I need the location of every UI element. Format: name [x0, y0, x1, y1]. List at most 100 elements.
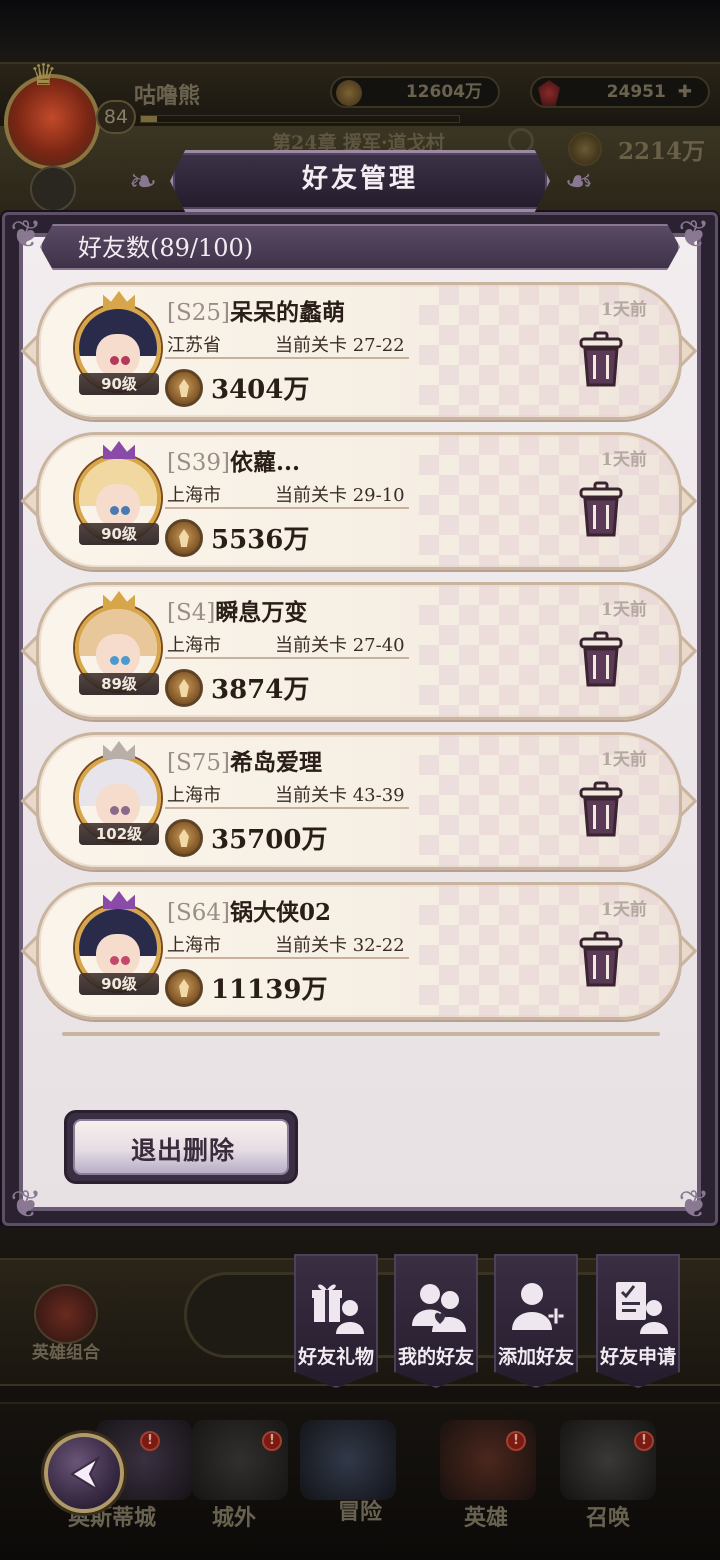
avatar-face [96, 633, 140, 678]
trash-icon [579, 331, 623, 387]
divider [165, 507, 409, 509]
trash-icon [579, 931, 623, 987]
exit-delete-face: 退出删除 [73, 1119, 289, 1175]
friend-server: [S25] [167, 300, 230, 326]
friend-power: 11139万 [211, 975, 328, 1005]
friend-name-line: [S39]依蘿... [167, 443, 300, 477]
player-name: 咕噜熊 [134, 83, 201, 109]
friend-name: 依蘿... [229, 449, 301, 476]
friend-city: 江苏省 [167, 335, 221, 356]
friend-card[interactable]: 90级 [S25]呆呆的蠡萌 江苏省 当前关卡 27-22 3404万 1天前 [20, 282, 698, 422]
friend-avatar[interactable]: 90级 [75, 441, 163, 545]
friend-card-body: 89级 [S4]瞬息万变 上海市 当前关卡 27-40 3874万 1天前 [36, 582, 682, 720]
friend-card[interactable]: 102级 [S75]希岛爱理 上海市 当前关卡 43-39 35700万 1天前 [20, 732, 698, 872]
friend-server: [S75] [167, 750, 230, 776]
avatar-eye [120, 805, 130, 815]
friend-server: [S39] [167, 450, 230, 476]
nav-hero[interactable]: 英雄 [464, 1500, 508, 1532]
friend-card-body: 102级 [S75]希岛爱理 上海市 当前关卡 43-39 35700万 1天前 [36, 732, 682, 870]
friend-name-line: [S25]呆呆的蠡萌 [167, 293, 345, 327]
avatar-face [96, 783, 140, 828]
friend-avatar[interactable]: 90级 [75, 891, 163, 995]
corner-ornament-icon: ❦ [678, 1182, 710, 1226]
exit-delete-label: 退出删除 [130, 1136, 235, 1165]
tab-friend-gift-label: 好友礼物 [297, 1346, 374, 1368]
friend-power: 35700万 [211, 825, 328, 855]
divider [165, 957, 409, 959]
avatar-eye [120, 355, 130, 365]
avatar-crown-icon [103, 591, 135, 609]
friend-card[interactable]: 90级 [S39]依蘿... 上海市 当前关卡 29-10 5536万 1天前 [20, 432, 698, 572]
my-friends-icon [412, 1284, 466, 1332]
delete-friend-button[interactable] [579, 931, 623, 987]
delete-friend-button[interactable] [579, 481, 623, 537]
dialog-title: 好友管理 [301, 164, 418, 194]
divider [165, 657, 409, 659]
crown-icon: ♛ [30, 58, 57, 93]
gold-value: 12604万 [405, 82, 482, 102]
friend-avatar[interactable]: 90级 [75, 291, 163, 395]
plus-icon: ✚ [677, 82, 692, 102]
avatar-face [96, 483, 140, 528]
player-power: 2214万 [618, 138, 706, 165]
delete-friend-button[interactable] [579, 781, 623, 837]
friend-avatar[interactable]: 89级 [75, 591, 163, 695]
avatar-eye [110, 805, 120, 815]
avatar-eye [120, 505, 130, 515]
nav-summon[interactable]: 召唤 [586, 1500, 630, 1532]
gold-coin-icon [336, 80, 362, 106]
power-icon [165, 669, 203, 707]
friend-level: 89级 [79, 673, 159, 695]
trash-icon [579, 481, 623, 537]
tab-friend-request-label: 好友申请 [599, 1346, 676, 1368]
avatar-eye [120, 655, 130, 665]
friend-level: 90级 [79, 373, 159, 395]
avatar-eye [110, 655, 120, 665]
friend-power: 3874万 [211, 675, 310, 705]
back-button[interactable] [44, 1433, 124, 1513]
friend-city: 上海市 [167, 485, 221, 506]
nav-badge-city: ! [140, 1431, 160, 1451]
exp-bar [140, 115, 460, 123]
delete-friend-button[interactable] [579, 331, 623, 387]
avatar-eye [110, 955, 120, 965]
friend-stage: 当前关卡 27-22 [275, 335, 405, 356]
friend-card-body: 90级 [S64]锅大侠02 上海市 当前关卡 32-22 11139万 1天前 [36, 882, 682, 1020]
friend-card[interactable]: 90级 [S64]锅大侠02 上海市 当前关卡 32-22 11139万 1天前 [20, 882, 698, 1022]
avatar-eye [110, 505, 120, 515]
friend-level: 102级 [79, 823, 159, 845]
power-icon [165, 369, 203, 407]
friend-server: [S4] [167, 600, 216, 626]
avatar-crown-icon [103, 741, 135, 759]
friend-card[interactable]: 89级 [S4]瞬息万变 上海市 当前关卡 27-40 3874万 1天前 [20, 582, 698, 722]
friend-avatar[interactable]: 102级 [75, 741, 163, 845]
nav-badge-summon: ! [634, 1431, 654, 1451]
nav-art-adventure-icon [300, 1420, 396, 1500]
friend-city: 上海市 [167, 935, 221, 956]
friend-stage: 当前关卡 27-40 [275, 635, 405, 656]
friend-name-line: [S64]锅大侠02 [167, 893, 331, 927]
power-icon [165, 519, 203, 557]
gem-icon [538, 80, 560, 106]
friend-power: 3404万 [211, 375, 310, 405]
hero-combo-label: 英雄组合 [32, 1343, 100, 1363]
friend-name: 呆呆的蠡萌 [229, 299, 345, 326]
divider [165, 807, 409, 809]
friend-card-body: 90级 [S39]依蘿... 上海市 当前关卡 29-10 5536万 1天前 [36, 432, 682, 570]
nav-adventure[interactable]: 冒险 [338, 1494, 382, 1526]
friend-request-icon [616, 1282, 668, 1334]
friend-name: 锅大侠02 [229, 899, 331, 926]
exit-delete-button[interactable]: 退出删除 [64, 1110, 298, 1184]
power-icon [165, 819, 203, 857]
friend-name: 希岛爱理 [229, 749, 322, 776]
gem-counter: 24951 ✚ [530, 76, 710, 108]
title-ornament-right-icon: ❧ [564, 162, 594, 202]
corner-ornament-icon: ❦ [10, 1182, 42, 1226]
player-level: 84 [96, 100, 136, 134]
delete-friend-button[interactable] [579, 631, 623, 687]
list-bottom-edge [62, 1032, 660, 1036]
trash-icon [579, 781, 623, 837]
exp-fill [141, 116, 157, 122]
nav-outside[interactable]: 城外 [212, 1500, 256, 1532]
friend-last-online: 1天前 [601, 900, 647, 920]
